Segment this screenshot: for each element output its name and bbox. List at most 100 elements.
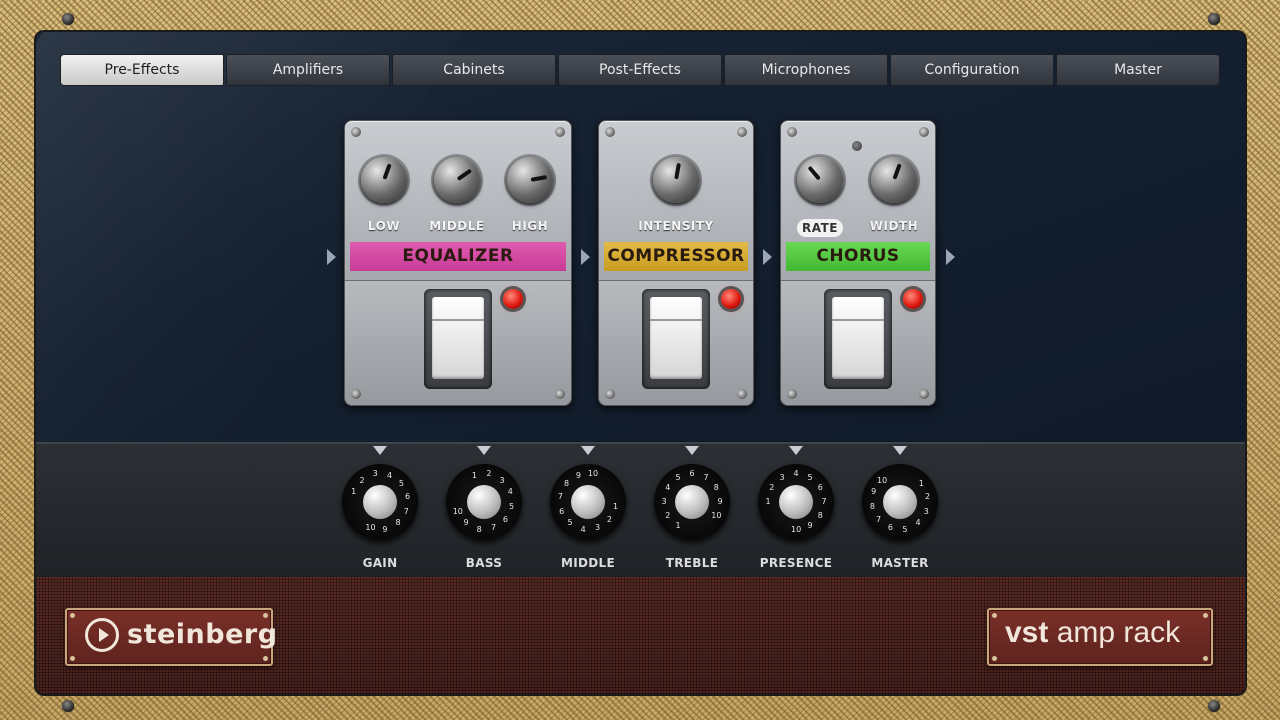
dial-number: 2 xyxy=(606,514,612,524)
gain-label: GAIN xyxy=(362,556,398,570)
dial-number: 3 xyxy=(923,506,929,516)
effects-area: Pre-Effects Amplifiers Cabinets Post-Eff… xyxy=(36,32,1245,552)
dial-number: 9 xyxy=(871,487,877,497)
steinberg-wordmark: steinberg xyxy=(127,619,278,650)
dial-number: 5 xyxy=(398,479,404,488)
bass-knob[interactable]: 1 2 3 4 5 6 7 8 9 10 xyxy=(446,464,522,540)
dial-number: 7 xyxy=(876,514,882,524)
dial-number: 9 xyxy=(807,521,813,531)
dial-number: 1 xyxy=(471,470,477,480)
dial-number: 6 xyxy=(887,523,893,533)
intensity-label: INTENSITY xyxy=(638,219,714,233)
dial-number: 2 xyxy=(925,492,931,502)
dial-number: 1 xyxy=(918,479,924,488)
tab-pre-effects[interactable]: Pre-Effects xyxy=(60,54,224,86)
tab-post-effects[interactable]: Post-Effects xyxy=(558,54,722,86)
chorus-footswitch[interactable] xyxy=(824,289,892,389)
vst-amp-rack-logo: vst amp rack xyxy=(987,608,1213,666)
intensity-knob[interactable] xyxy=(653,157,699,203)
compressor-led-icon xyxy=(721,289,741,309)
bass-label: BASS xyxy=(465,556,503,570)
dial-number: 1 xyxy=(351,487,357,497)
equalizer-led-icon xyxy=(503,289,523,309)
dial-number: 7 xyxy=(821,497,827,506)
dial-number: 10 xyxy=(587,469,599,479)
dial-number: 9 xyxy=(575,470,581,480)
dial-number: 5 xyxy=(807,472,813,482)
dial-number: 9 xyxy=(382,524,388,534)
knob-marker-icon xyxy=(789,446,803,455)
dial-number: 4 xyxy=(507,487,513,497)
dial-number: 10 xyxy=(365,523,376,533)
compressor-pedal[interactable]: INTENSITY COMPRESSOR xyxy=(598,120,754,406)
screw-icon xyxy=(62,13,74,25)
dial-number: 8 xyxy=(476,524,482,534)
dial-number: 1 xyxy=(613,501,619,511)
dial-number: 2 xyxy=(486,469,492,479)
dial-number: 6 xyxy=(502,514,508,524)
dial-number: 5 xyxy=(675,472,681,482)
dial-number: 10 xyxy=(877,475,888,485)
chain-arrow-icon[interactable] xyxy=(581,249,590,265)
tab-configuration[interactable]: Configuration xyxy=(890,54,1054,86)
high-knob[interactable] xyxy=(507,157,553,203)
middle-label: MIDDLE xyxy=(429,219,485,233)
rate-label[interactable]: RATE xyxy=(797,219,843,237)
tab-cabinets[interactable]: Cabinets xyxy=(392,54,556,86)
equalizer-title: EQUALIZER xyxy=(350,242,566,271)
chorus-title: CHORUS xyxy=(786,242,930,271)
compressor-footswitch[interactable] xyxy=(642,289,710,389)
gain-knob[interactable]: 1 2 3 4 5 6 7 8 9 10 xyxy=(342,464,418,540)
knob-marker-icon xyxy=(893,446,907,455)
presence-label: PRESENCE xyxy=(759,556,833,570)
dial-number: 1 xyxy=(675,521,681,531)
section-tabs: Pre-Effects Amplifiers Cabinets Post-Eff… xyxy=(60,54,1220,86)
low-knob[interactable] xyxy=(361,157,407,203)
dial-number: 3 xyxy=(661,497,667,506)
chorus-pedal[interactable]: RATE WIDTH CHORUS xyxy=(780,120,936,406)
presence-knob[interactable]: 1 2 3 4 5 6 7 8 9 10 xyxy=(758,464,834,540)
middle-knob[interactable] xyxy=(434,157,480,203)
steinberg-play-icon xyxy=(85,618,119,652)
treble-label: TREBLE xyxy=(665,556,719,570)
screw-icon xyxy=(1208,700,1220,712)
dial-number: 7 xyxy=(703,472,709,482)
equalizer-footswitch[interactable] xyxy=(424,289,492,389)
dial-number: 5 xyxy=(902,524,908,534)
dial-number: 7 xyxy=(491,523,497,533)
dial-number: 9 xyxy=(717,497,723,506)
dial-number: 4 xyxy=(915,518,921,528)
rate-knob[interactable] xyxy=(797,157,843,203)
middle-label: MIDDLE xyxy=(561,556,615,570)
tab-amplifiers[interactable]: Amplifiers xyxy=(226,54,390,86)
dial-number: 4 xyxy=(793,469,799,478)
dial-number: 5 xyxy=(509,501,515,511)
treble-knob[interactable]: 1 2 3 4 5 6 7 8 9 10 xyxy=(654,464,730,540)
chain-arrow-icon[interactable] xyxy=(327,249,336,265)
knob-marker-icon xyxy=(477,446,491,455)
dial-number: 2 xyxy=(769,483,775,492)
width-knob[interactable] xyxy=(871,157,917,203)
knob-marker-icon xyxy=(581,446,595,455)
dial-number: 5 xyxy=(567,518,573,528)
chain-arrow-icon[interactable] xyxy=(763,249,772,265)
vst-wordmark: vst xyxy=(1005,616,1049,649)
tab-master[interactable]: Master xyxy=(1056,54,1220,86)
speaker-grille: steinberg vst amp rack xyxy=(36,577,1245,694)
dial-number: 6 xyxy=(405,492,411,502)
screw-icon xyxy=(1208,13,1220,25)
middle-knob[interactable]: 1 2 3 4 5 6 7 8 9 10 xyxy=(550,464,626,540)
steinberg-logo: steinberg xyxy=(65,608,277,666)
dial-number: 4 xyxy=(580,524,586,534)
dial-number: 8 xyxy=(713,483,719,492)
dial-number: 8 xyxy=(817,511,823,520)
dial-number: 6 xyxy=(559,506,565,516)
width-label: WIDTH xyxy=(869,219,919,233)
dial-number: 2 xyxy=(665,511,671,520)
master-knob[interactable]: 1 2 3 4 5 6 7 8 9 10 xyxy=(862,464,938,540)
dial-number: 4 xyxy=(387,470,393,480)
chorus-led-icon xyxy=(903,289,923,309)
chain-arrow-icon[interactable] xyxy=(946,249,955,265)
tab-microphones[interactable]: Microphones xyxy=(724,54,888,86)
equalizer-pedal[interactable]: LOW MIDDLE HIGH EQUALIZER xyxy=(344,120,572,406)
